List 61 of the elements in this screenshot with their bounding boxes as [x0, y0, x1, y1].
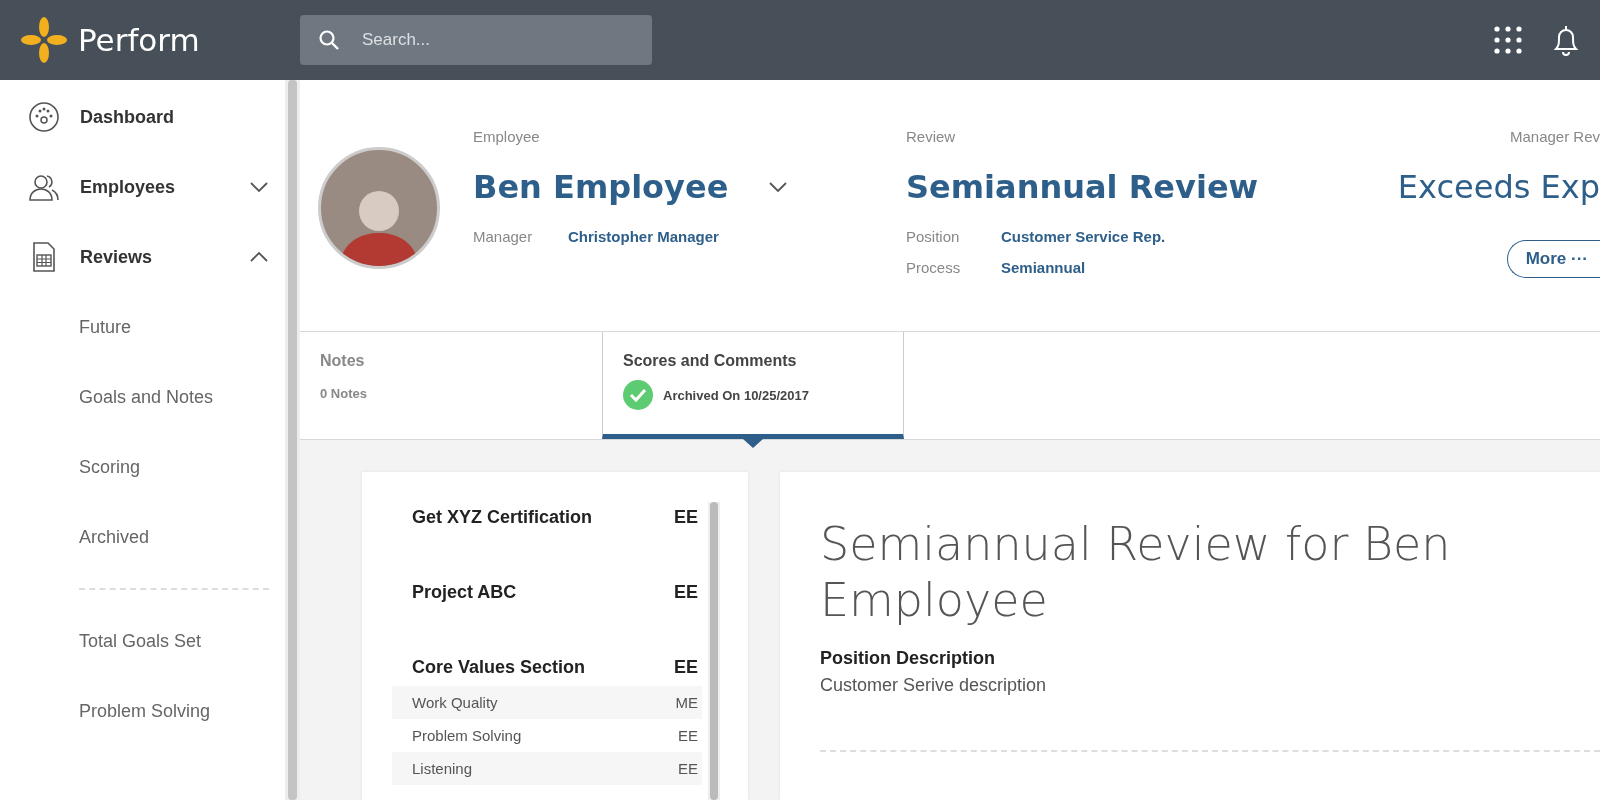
- score-value: EE: [674, 656, 698, 678]
- score-label: Core Values Section: [412, 656, 586, 678]
- more-button[interactable]: More ···: [1506, 240, 1600, 278]
- tab-title: Scores and Comments: [623, 352, 798, 370]
- field-label: Process: [906, 259, 962, 276]
- search-icon: [318, 29, 340, 51]
- score-row[interactable]: Listening EE: [392, 752, 702, 785]
- logo-icon: [20, 16, 68, 64]
- chevron-icon[interactable]: [768, 181, 789, 193]
- score-row[interactable]: Project ABC EE: [392, 573, 702, 611]
- field-label: Review: [906, 128, 957, 147]
- score-label: Get XYZ Certification: [412, 506, 593, 528]
- description-text: Customer Serive description: [820, 675, 1048, 696]
- score-value: EE: [674, 506, 698, 528]
- score-value: EE: [674, 581, 698, 603]
- chevron-icon[interactable]: [249, 251, 269, 263]
- review-title: Semiannual Review for Ben Employee: [820, 516, 1452, 628]
- sidebar-subitem[interactable]: Future: [0, 292, 285, 362]
- manager-link[interactable]: Christopher Manager: [568, 228, 719, 245]
- scrollbar[interactable]: [288, 80, 297, 800]
- sidebar-subitem[interactable]: Archived: [0, 502, 285, 572]
- tab-subtitle: 0 Notes: [320, 386, 367, 401]
- sidebar-subitem[interactable]: Problem Solving: [0, 676, 285, 746]
- sidebar-subitem[interactable]: Goals and Notes: [0, 362, 285, 432]
- scrollbar[interactable]: [710, 502, 718, 800]
- chevron-icon[interactable]: [249, 181, 269, 193]
- employee-name: Ben Employee: [473, 168, 729, 206]
- sidebar-item[interactable]: Dashboard: [0, 82, 285, 152]
- app-name: Perform: [78, 22, 200, 58]
- apps-grid-icon[interactable]: [1494, 26, 1522, 54]
- field-label: Manager Rev: [1509, 128, 1600, 147]
- score-label: Problem Solving: [412, 727, 522, 744]
- sidebar-item[interactable]: Employees: [0, 152, 285, 222]
- bell-icon[interactable]: [1552, 24, 1580, 56]
- section-heading: Position Description: [820, 648, 997, 669]
- score-row[interactable]: Core Values Section EE: [392, 648, 702, 686]
- review-name: Semiannual Review: [906, 168, 1259, 206]
- score-row[interactable]: Get XYZ Certification EE: [392, 498, 702, 536]
- tab-title: Notes: [320, 352, 366, 370]
- sidebar-subitem[interactable]: Total Goals Set: [0, 606, 285, 676]
- tab-subtitle: Archived On 10/25/2017: [663, 387, 809, 403]
- tab-pointer: [743, 439, 763, 448]
- field-label: Employee: [473, 128, 541, 147]
- search-field[interactable]: Search...: [300, 15, 652, 65]
- score-label: Project ABC: [412, 581, 517, 603]
- score-value: EE: [678, 760, 698, 777]
- tab[interactable]: Notes 0 Notes: [300, 332, 602, 439]
- score-label: Work Quality: [412, 694, 498, 711]
- score-value: EE: [678, 727, 698, 744]
- field-label: Position: [906, 228, 961, 245]
- sidebar-subitem[interactable]: Scoring: [0, 432, 285, 502]
- field-label: Manager: [473, 228, 534, 245]
- score-value: ME: [675, 694, 698, 711]
- sidebar-item[interactable]: Reviews: [0, 222, 285, 292]
- score-row[interactable]: Work Quality ME: [392, 686, 702, 719]
- gauge-icon: [28, 101, 60, 133]
- rating-value: Exceeds Exp: [1397, 168, 1600, 206]
- score-row[interactable]: Problem Solving EE: [392, 719, 702, 752]
- field-value[interactable]: Semiannual: [1001, 259, 1086, 276]
- field-value[interactable]: Customer Service Rep.: [1001, 228, 1166, 245]
- score-label: Listening: [412, 760, 473, 777]
